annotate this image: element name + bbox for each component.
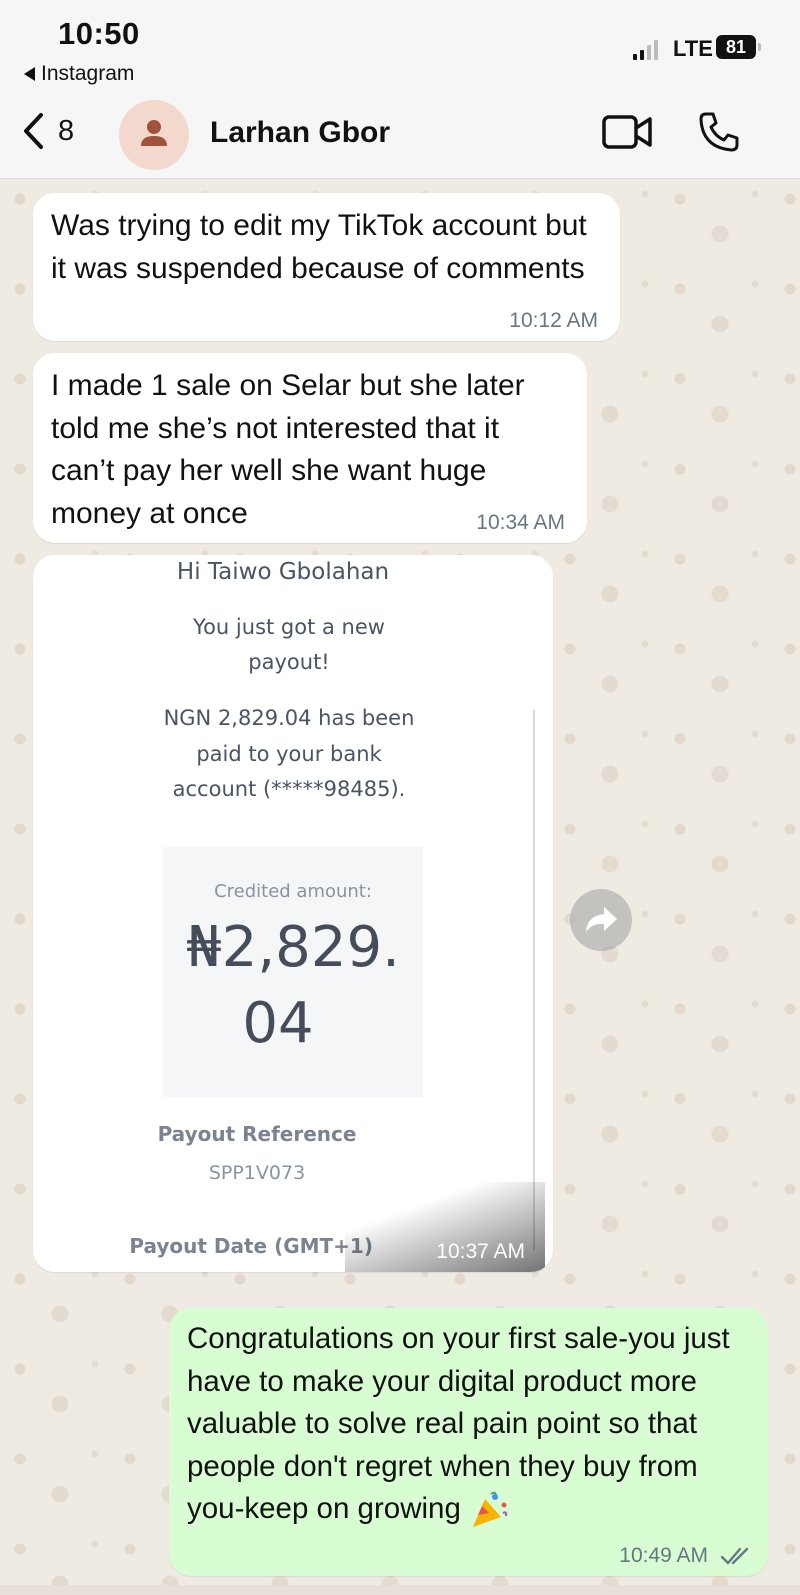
- message-text: Was trying to edit my TikTok account but…: [51, 209, 587, 285]
- party-popper-icon: [473, 1491, 508, 1528]
- message-bubble-outgoing[interactable]: Congratulations on your first sale-you j…: [169, 1308, 768, 1576]
- video-call-icon: [602, 115, 652, 149]
- video-call-button[interactable]: [602, 114, 654, 155]
- credited-amount-value-cont: 04: [242, 991, 314, 1056]
- network-type: LTE: [673, 36, 713, 61]
- phone-icon: [699, 112, 739, 152]
- credited-amount-label: Credited amount:: [214, 881, 372, 902]
- signal-strength-icon: [633, 38, 658, 60]
- unread-count: 8: [58, 114, 75, 147]
- credited-amount-box: Credited amount: ₦2,829. 04: [163, 847, 423, 1097]
- receipt-line: You just got a new: [193, 615, 385, 639]
- credited-amount-value: ₦2,829.: [186, 915, 400, 980]
- payout-reference-value: SPP1V073: [208, 1162, 306, 1184]
- message-bubble-incoming[interactable]: Was trying to edit my TikTok account but…: [33, 193, 620, 341]
- chat-area[interactable]: Was trying to edit my TikTok account but…: [0, 179, 800, 1595]
- receipt-scrollbar: [533, 710, 535, 1250]
- status-time: 10:50: [58, 16, 140, 51]
- double-check-icon: [720, 1547, 749, 1565]
- payout-date-label: Payout Date (GMT+1): [129, 1234, 373, 1258]
- back-triangle-icon: [24, 67, 35, 81]
- payout-receipt-image[interactable]: Hi Taiwo Gbolahan You just got a new pay…: [33, 555, 545, 1272]
- image-message-bubble[interactable]: Hi Taiwo Gbolahan You just got a new pay…: [33, 555, 553, 1272]
- battery-icon: 81: [716, 35, 761, 59]
- chevron-left-icon: [24, 113, 43, 149]
- forward-icon: [586, 907, 617, 932]
- message-text: Congratulations on your first sale-you j…: [169, 1308, 768, 1531]
- message-text-content: Congratulations on your first sale-you j…: [187, 1322, 730, 1525]
- receipt-line: account (*****98485).: [172, 777, 406, 801]
- message-bubble-incoming[interactable]: I made 1 sale on Selar but she later tol…: [33, 353, 587, 543]
- chat-header: 8 Larhan Gbor: [0, 90, 800, 179]
- payout-reference-label: Payout Reference: [157, 1122, 357, 1146]
- back-button[interactable]: 8: [22, 112, 74, 150]
- receipt-greeting: Hi Taiwo Gbolahan: [176, 559, 390, 585]
- receipt-line: payout!: [248, 650, 330, 674]
- contact-name[interactable]: Larhan Gbor: [210, 116, 390, 150]
- back-to-app-link[interactable]: Instagram: [24, 62, 134, 86]
- receipt-line: paid to your bank: [196, 742, 382, 766]
- message-time: 10:37 AM: [436, 1240, 525, 1263]
- person-icon: [141, 120, 167, 146]
- avatar[interactable]: [119, 100, 189, 170]
- back-app-label: Instagram: [41, 62, 135, 85]
- message-time: 10:34 AM: [476, 511, 565, 534]
- message-time: 10:12 AM: [509, 309, 598, 332]
- message-text: I made 1 sale on Selar but she later tol…: [51, 369, 525, 530]
- home-indicator: [0, 1585, 800, 1595]
- message-time: 10:49 AM: [619, 1544, 708, 1567]
- forward-button[interactable]: [570, 889, 632, 951]
- receipt-line: NGN 2,829.04 has been: [163, 706, 415, 730]
- voice-call-button[interactable]: [697, 110, 741, 159]
- status-bar: 10:50 Instagram LTE 81: [0, 0, 800, 90]
